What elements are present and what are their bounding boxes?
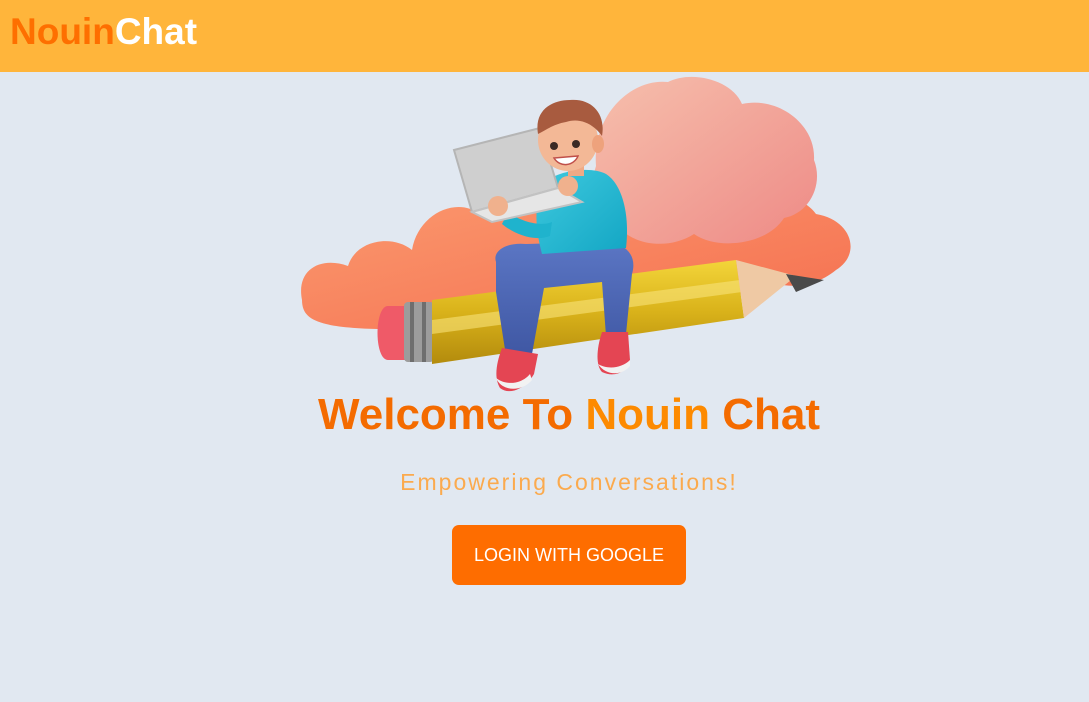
login-with-google-button[interactable]: LOGIN WITH GOOGLE [452,525,686,585]
tagline-text: Empowering Conversations! [400,469,738,495]
welcome-heading: Welcome To Nouin Chat [0,389,1089,441]
brand-name-part1: Nouin [10,11,115,52]
brand-name-part2: Chat [114,11,198,52]
welcome-text-part1: Welcome To [318,390,586,439]
top-app-bar: NouinChat [0,0,1089,72]
welcome-text-part2: Nouin [585,390,710,439]
brand-logo[interactable]: NouinChat [10,12,197,52]
hero-illustration [296,74,856,398]
welcome-text-part3: Chat [709,390,820,439]
